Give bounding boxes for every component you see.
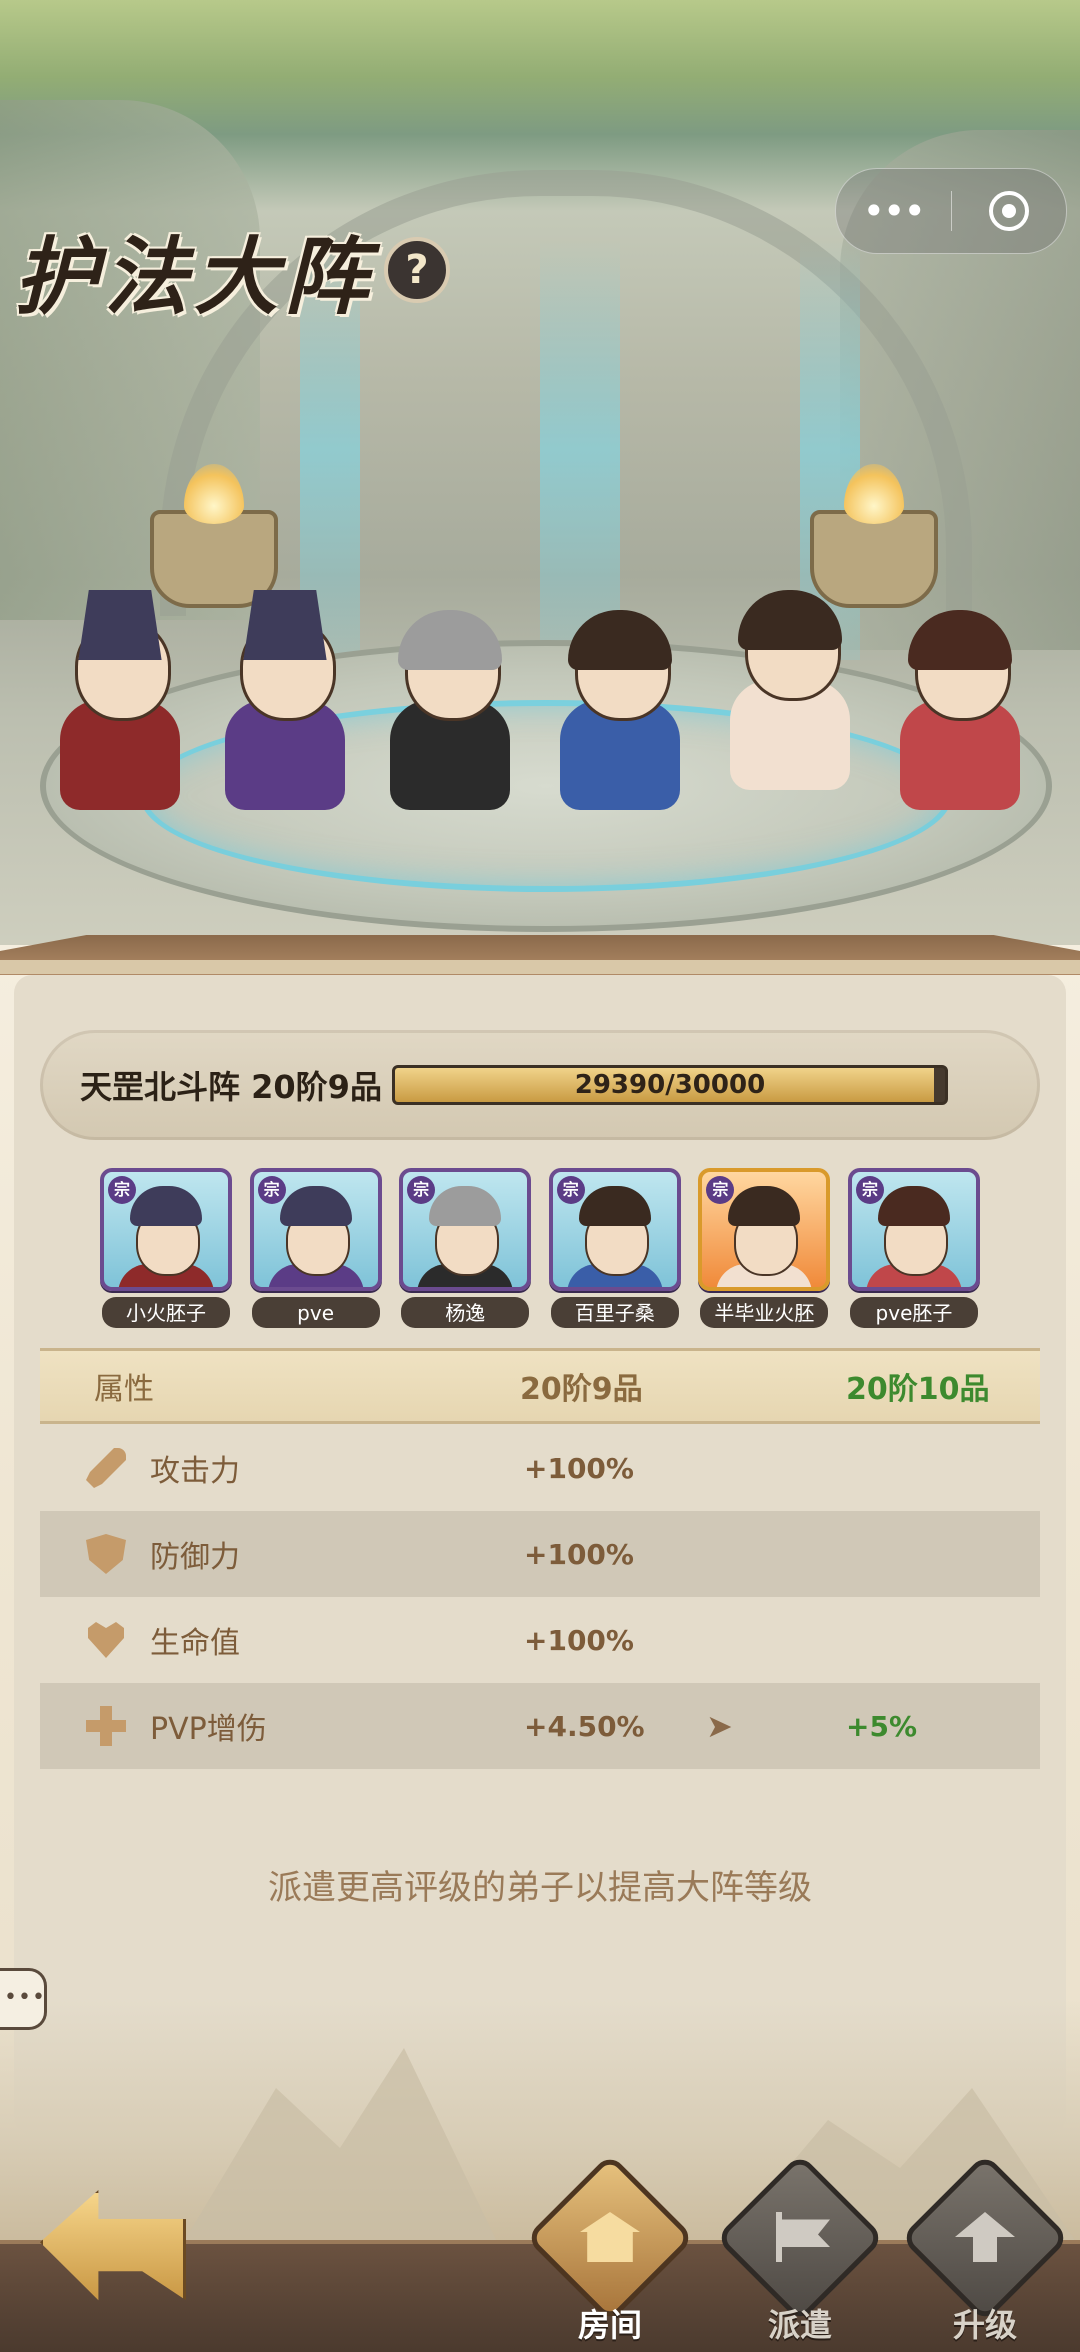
nav-upgrade-label: 升级 [952,2306,1017,2344]
disciple-name: pve [251,1297,380,1328]
formation-name: 天罡北斗阵 20阶9品 [80,1068,382,1106]
nav-room-label: 房间 [577,2306,642,2344]
attribute-row: 生命值 +100% [40,1597,1040,1683]
chat-button[interactable]: ••• [0,1968,47,2030]
chat-dots: ••• [4,1985,46,2010]
nav-room-button[interactable]: 房间 [525,2153,695,2344]
help-button[interactable]: ? [384,237,451,303]
seated-disciple[interactable] [50,590,190,820]
nav-dispatch-label: 派遣 [767,2306,832,2344]
portrait-hair [877,1186,950,1226]
nav-upgrade-button[interactable]: 升级 [900,2153,1070,2344]
attribute-row: 攻击力 +100% [40,1425,1040,1511]
disciple-name: 杨逸 [401,1297,530,1328]
miniapp-capsule: ••• [835,168,1067,254]
seated-disciple[interactable] [215,590,355,820]
disciple-slot[interactable]: 宗百里子桑 [548,1168,681,1328]
sect-badge: 宗 [706,1176,735,1204]
heart-icon [88,1622,124,1658]
progress-text: 29390/30000 [574,1070,766,1100]
attribute-name: 攻击力 [150,1454,240,1489]
disciple-portrait[interactable]: 宗 [249,1168,382,1292]
attribute-current: +100% [524,1623,634,1657]
disciple-portrait[interactable]: 宗 [847,1168,980,1292]
attribute-col-current: 20阶9品 [520,1372,643,1407]
portrait-hair [578,1186,651,1226]
attribute-col-name: 属性 [94,1372,154,1407]
seated-disciple[interactable] [380,590,520,820]
back-arrow-icon [40,2190,186,2301]
arrow-right-icon: ➤ [706,1707,733,1745]
disciple-slot[interactable]: 宗小火胚子 [100,1168,232,1328]
formation-progress: 29390/30000 [391,1065,948,1105]
attribute-row: PVP增伤 +4.50% ➤ +5% [40,1683,1040,1769]
portrait-hair [279,1186,352,1226]
page-title: 护法大阵 [14,226,375,326]
attribute-name: 生命值 [150,1626,240,1661]
attribute-current: +100% [524,1537,634,1571]
attribute-header: 属性 20阶9品 20阶10品 [40,1348,1040,1424]
disciple-name: 小火胚子 [102,1297,230,1328]
disciple-portrait[interactable]: 宗 [698,1168,831,1292]
disciple-portrait[interactable]: 宗 [399,1168,532,1292]
attribute-current: +100% [524,1451,634,1485]
disciple-slot[interactable]: 宗 pve [249,1168,382,1328]
sect-badge: 宗 [407,1176,436,1204]
sect-badge: 宗 [257,1176,286,1204]
more-options-button[interactable]: ••• [836,192,951,230]
nav-dispatch-button[interactable]: 派遣 [715,2153,885,2344]
attribute-next: +5% [846,1709,917,1743]
seated-disciples [20,590,1060,830]
sect-badge: 宗 [855,1176,884,1204]
shield-icon [86,1534,126,1574]
panel-frame-inner [0,960,1080,974]
sword-icon [86,1448,126,1488]
attribute-row: 防御力 +100% [40,1511,1040,1597]
close-miniapp-button[interactable] [952,191,1067,231]
disciple-slot[interactable]: 宗 pve胚子 [847,1168,980,1328]
formation-level-bar: 天罡北斗阵 20阶9品 29390/30000 [40,1030,1040,1140]
plus-icon [86,1706,126,1746]
attribute-list[interactable]: 攻击力+100%防御力+100%生命值+100%PVP增伤+4.50%➤+5%P… [40,1425,1040,1785]
sect-badge: 宗 [556,1176,585,1204]
disciple-name: pve胚子 [849,1297,978,1328]
attribute-current: +4.50% [524,1709,645,1743]
disciple-slot[interactable]: 宗半毕业火胚 [698,1168,831,1328]
sect-badge: 宗 [108,1176,136,1204]
portrait-hair [728,1186,801,1226]
hint-text: 派遣更高评级的弟子以提高大阵等级 [268,1868,812,1908]
attribute-name: 防御力 [150,1540,240,1575]
disciple-slots: 宗小火胚子宗 pve 宗杨逸宗百里子桑宗半毕业火胚宗 pve胚子 [100,1168,980,1328]
disciple-slot[interactable]: 宗杨逸 [399,1168,532,1328]
attribute-col-next: 20阶10品 [846,1372,990,1407]
disciple-name: 半毕业火胚 [700,1297,829,1328]
portrait-hair [130,1186,202,1226]
attribute-name: PVP增伤 [150,1712,267,1747]
title-area: 护法大阵 ? [14,215,451,326]
seated-disciple[interactable] [890,590,1030,820]
formation-scene [0,0,1080,960]
disciple-portrait[interactable]: 宗 [100,1168,232,1292]
disciple-portrait[interactable]: 宗 [548,1168,681,1292]
seated-disciple[interactable] [720,570,860,800]
disciple-name: 百里子桑 [550,1297,679,1328]
attribute-row: PVP减伤+4.50%➤+5% [40,1769,1040,1785]
seated-disciple[interactable] [550,590,690,820]
portrait-hair [429,1186,502,1226]
back-button[interactable] [30,2180,186,2310]
target-icon [988,191,1029,231]
